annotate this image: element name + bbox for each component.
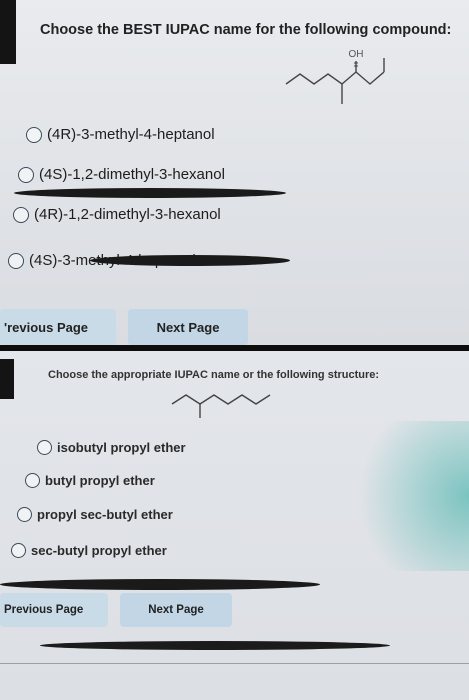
- left-edge-bar: [0, 0, 16, 64]
- option-2[interactable]: (4S)-1,2-dimethyl-3-hexanol: [18, 166, 225, 183]
- screenshot-1: Choose the BEST IUPAC name for the follo…: [0, 0, 469, 345]
- question-text: Choose the appropriate IUPAC name or the…: [48, 369, 380, 381]
- option-label: butyl propyl ether: [45, 473, 155, 488]
- radio-button[interactable]: [18, 166, 34, 183]
- previous-page-button[interactable]: Previous Page: [0, 593, 108, 627]
- screenshot-2: Choose the appropriate IUPAC name or the…: [0, 351, 469, 700]
- option-label: (4S)-1,2-dimethyl-3-hexanol: [39, 166, 225, 183]
- radio-button[interactable]: [25, 473, 40, 488]
- left-edge-bar: [0, 359, 14, 399]
- skeletal-structure-icon: OH: [285, 49, 385, 104]
- option-label: (4R)-1,2-dimethyl-3-hexanol: [34, 206, 221, 223]
- option-label: propyl sec-butyl ether: [37, 507, 173, 522]
- radio-button[interactable]: [37, 440, 52, 455]
- question-text: Choose the BEST IUPAC name for the follo…: [40, 22, 452, 38]
- radio-button[interactable]: [13, 206, 29, 223]
- marker-strike: [40, 641, 390, 650]
- marker-strike: [90, 255, 290, 266]
- radio-button[interactable]: [8, 252, 24, 269]
- option-3[interactable]: (4R)-1,2-dimethyl-3-hexanol: [13, 206, 221, 223]
- screen-glare: [319, 421, 469, 571]
- divider-line: [0, 663, 469, 664]
- option-label: (4R)-3-methyl-4-heptanol: [47, 126, 215, 143]
- radio-button[interactable]: [26, 126, 42, 143]
- option-4[interactable]: sec-butyl propyl ether: [11, 543, 167, 558]
- option-2[interactable]: butyl propyl ether: [25, 473, 155, 488]
- option-1[interactable]: (4R)-3-methyl-4-heptanol: [26, 126, 215, 143]
- radio-button[interactable]: [11, 543, 26, 558]
- option-3[interactable]: propyl sec-butyl ether: [17, 507, 173, 522]
- previous-page-button[interactable]: 'revious Page: [0, 309, 116, 345]
- option-1[interactable]: isobutyl propyl ether: [37, 440, 186, 455]
- oh-label: OH: [349, 49, 364, 60]
- option-label: sec-butyl propyl ether: [31, 543, 167, 558]
- ether-skeletal-structure-icon: [171, 394, 271, 418]
- next-page-button[interactable]: Next Page: [120, 593, 232, 627]
- option-label: isobutyl propyl ether: [57, 440, 186, 455]
- marker-strike: [14, 188, 286, 198]
- next-page-button[interactable]: Next Page: [128, 309, 248, 345]
- radio-button[interactable]: [17, 507, 32, 522]
- marker-strike: [0, 579, 320, 590]
